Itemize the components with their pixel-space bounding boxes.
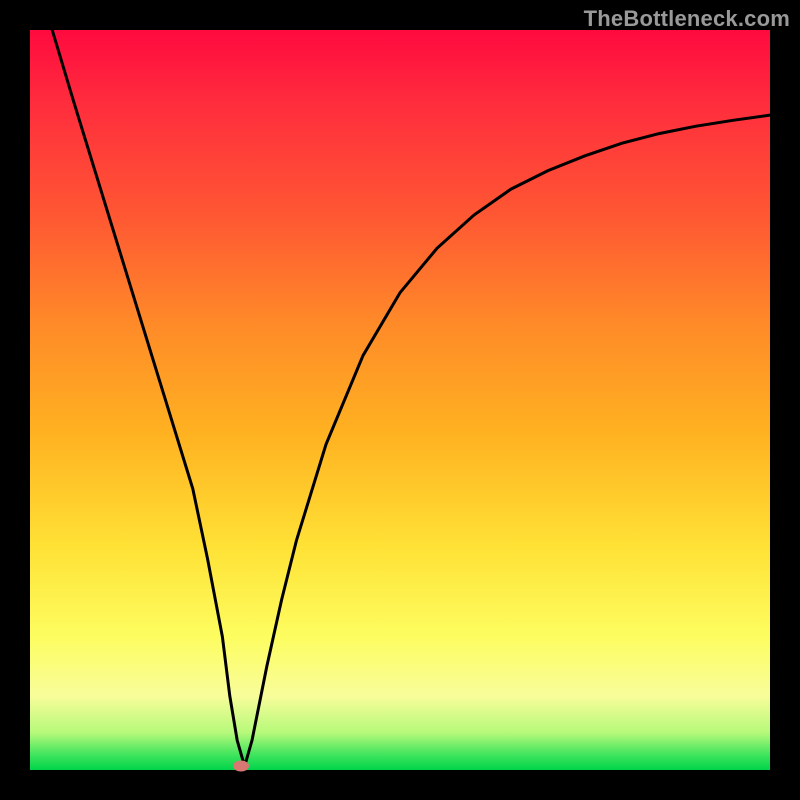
minimum-marker [233, 761, 249, 772]
curve-svg [30, 30, 770, 770]
chart-frame: TheBottleneck.com [0, 0, 800, 800]
plot-area [30, 30, 770, 770]
bottleneck-curve [52, 30, 770, 766]
watermark-text: TheBottleneck.com [584, 6, 790, 32]
